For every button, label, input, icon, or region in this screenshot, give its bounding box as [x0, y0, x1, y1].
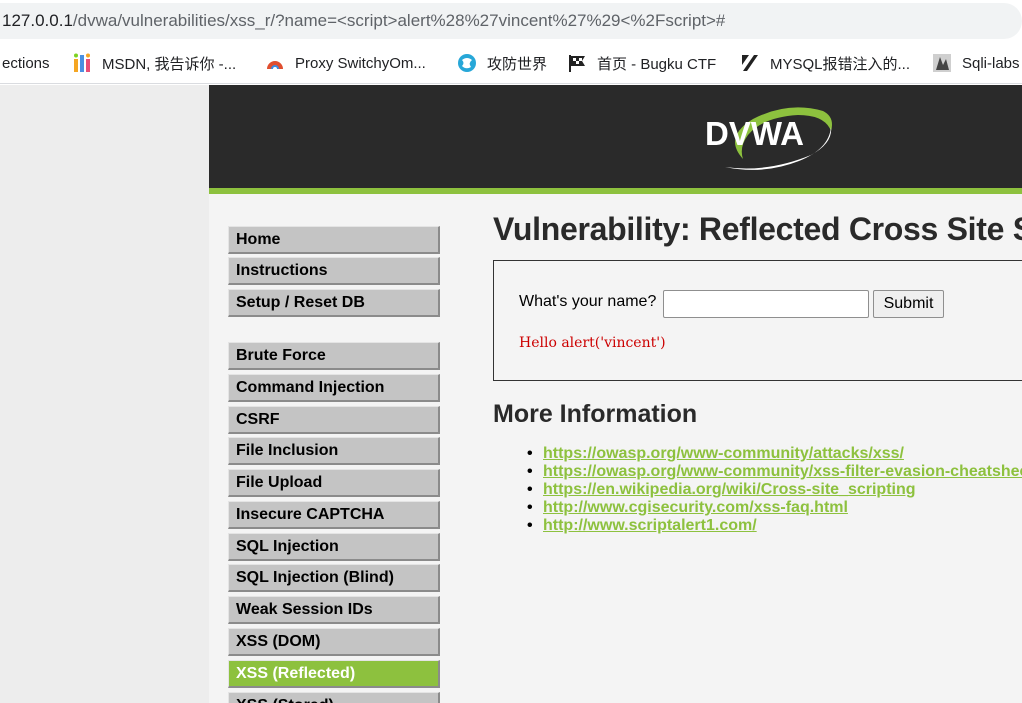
logo-text: DVWA [705, 115, 804, 152]
browser-address-bar: 127.0.0.1/dvwa/vulnerabilities/xss_r/?na… [0, 0, 1022, 42]
reference-link[interactable]: https://en.wikipedia.org/wiki/Cross-site… [543, 481, 916, 498]
name-label: What's your name? [519, 293, 657, 310]
list-item: https://owasp.org/www-community/xss-filt… [523, 463, 1022, 481]
bookmark-label: MYSQL报错注入的... [770, 55, 911, 73]
more-information-heading: More Information [493, 400, 698, 428]
dvwa-logo[interactable]: DVWA [703, 97, 838, 179]
bookmark-label: ections [2, 54, 50, 72]
bookmark-item[interactable]: Proxy SwitchyOm... [265, 42, 426, 83]
list-item: https://en.wikipedia.org/wiki/Cross-site… [523, 481, 1022, 499]
list-item: http://www.scriptalert1.com/ [523, 517, 1022, 535]
xss-result-text: Hello alert('vincent') [519, 335, 666, 351]
url-path: /dvwa/vulnerabilities/xss_r/?name=<scrip… [72, 11, 726, 30]
list-item: https://owasp.org/www-community/attacks/… [523, 445, 1022, 463]
menu-item-weak-session-ids[interactable]: Weak Session IDs [228, 596, 440, 624]
bookmark-label: 首页 - Bugku CTF [597, 55, 717, 73]
reference-link[interactable]: http://www.cgisecurity.com/xss-faq.html [543, 499, 848, 516]
bookmark-item[interactable]: ections [2, 42, 50, 83]
slash-icon [740, 53, 760, 73]
menu-item-command-injection[interactable]: Command Injection [228, 374, 440, 402]
bookmark-label: Sqli-labs [962, 54, 1020, 72]
msdn-icon [72, 53, 92, 73]
menu-item-csrf[interactable]: CSRF [228, 406, 440, 434]
name-input[interactable] [663, 290, 869, 318]
list-item: http://www.cgisecurity.com/xss-faq.html [523, 499, 1022, 517]
menu-item-sql-injection-blind[interactable]: SQL Injection (Blind) [228, 564, 440, 592]
bookmark-item[interactable]: MYSQL报错注入的... [740, 42, 911, 83]
menu-item-xss-stored[interactable]: XSS (Stored) [228, 692, 440, 703]
dvwa-container: DVWA Home Instructions Setup / Reset DB … [209, 85, 1022, 703]
bookmark-item[interactable]: 攻防世界 [457, 42, 548, 83]
header-accent-stripe [209, 188, 1022, 194]
bookmark-label: Proxy SwitchyOm... [295, 54, 426, 72]
reference-link[interactable]: http://www.scriptalert1.com/ [543, 517, 757, 534]
bookmarks-bar: ections MSDN, 我告诉你 -... Proxy SwitchyOm.… [0, 42, 1022, 84]
menu-item-instructions[interactable]: Instructions [228, 257, 440, 285]
menu-item-file-upload[interactable]: File Upload [228, 469, 440, 497]
menu-item-sql-injection[interactable]: SQL Injection [228, 533, 440, 561]
bookmark-item[interactable]: 首页 - Bugku CTF [567, 42, 717, 83]
reference-link[interactable]: https://owasp.org/www-community/xss-filt… [543, 463, 1022, 480]
menu-item-setup[interactable]: Setup / Reset DB [228, 289, 440, 317]
submit-button[interactable]: Submit [873, 290, 944, 318]
reference-link[interactable]: https://owasp.org/www-community/attacks/… [543, 445, 904, 462]
dvwa-header: DVWA [209, 85, 1022, 188]
proxy-icon [265, 53, 285, 73]
globe-icon [457, 53, 477, 73]
bookmark-item[interactable]: MSDN, 我告诉你 -... [72, 42, 237, 83]
url-text: 127.0.0.1/dvwa/vulnerabilities/xss_r/?na… [2, 11, 725, 31]
vulnerable-code-area: What's your name? Submit Hello alert('vi… [493, 260, 1022, 381]
menu-item-xss-dom[interactable]: XSS (DOM) [228, 628, 440, 656]
flag-icon [567, 53, 587, 73]
bookmark-label: MSDN, 我告诉你 -... [102, 55, 237, 73]
bookmark-label: 攻防世界 [487, 55, 548, 73]
sqli-icon [932, 53, 952, 73]
menu-item-brute-force[interactable]: Brute Force [228, 342, 440, 370]
bookmark-item[interactable]: Sqli-labs [932, 42, 1020, 83]
menu-item-xss-reflected[interactable]: XSS (Reflected) [228, 660, 440, 688]
url-host: 127.0.0.1 [2, 11, 73, 30]
page-title: Vulnerability: Reflected Cross Site Scri… [493, 211, 1022, 247]
menu-item-file-inclusion[interactable]: File Inclusion [228, 437, 440, 465]
reference-links: https://owasp.org/www-community/attacks/… [523, 445, 1022, 535]
url-field[interactable]: 127.0.0.1/dvwa/vulnerabilities/xss_r/?na… [0, 3, 1022, 39]
menu-item-insecure-captcha[interactable]: Insecure CAPTCHA [228, 501, 440, 529]
menu-item-home[interactable]: Home [228, 226, 440, 254]
